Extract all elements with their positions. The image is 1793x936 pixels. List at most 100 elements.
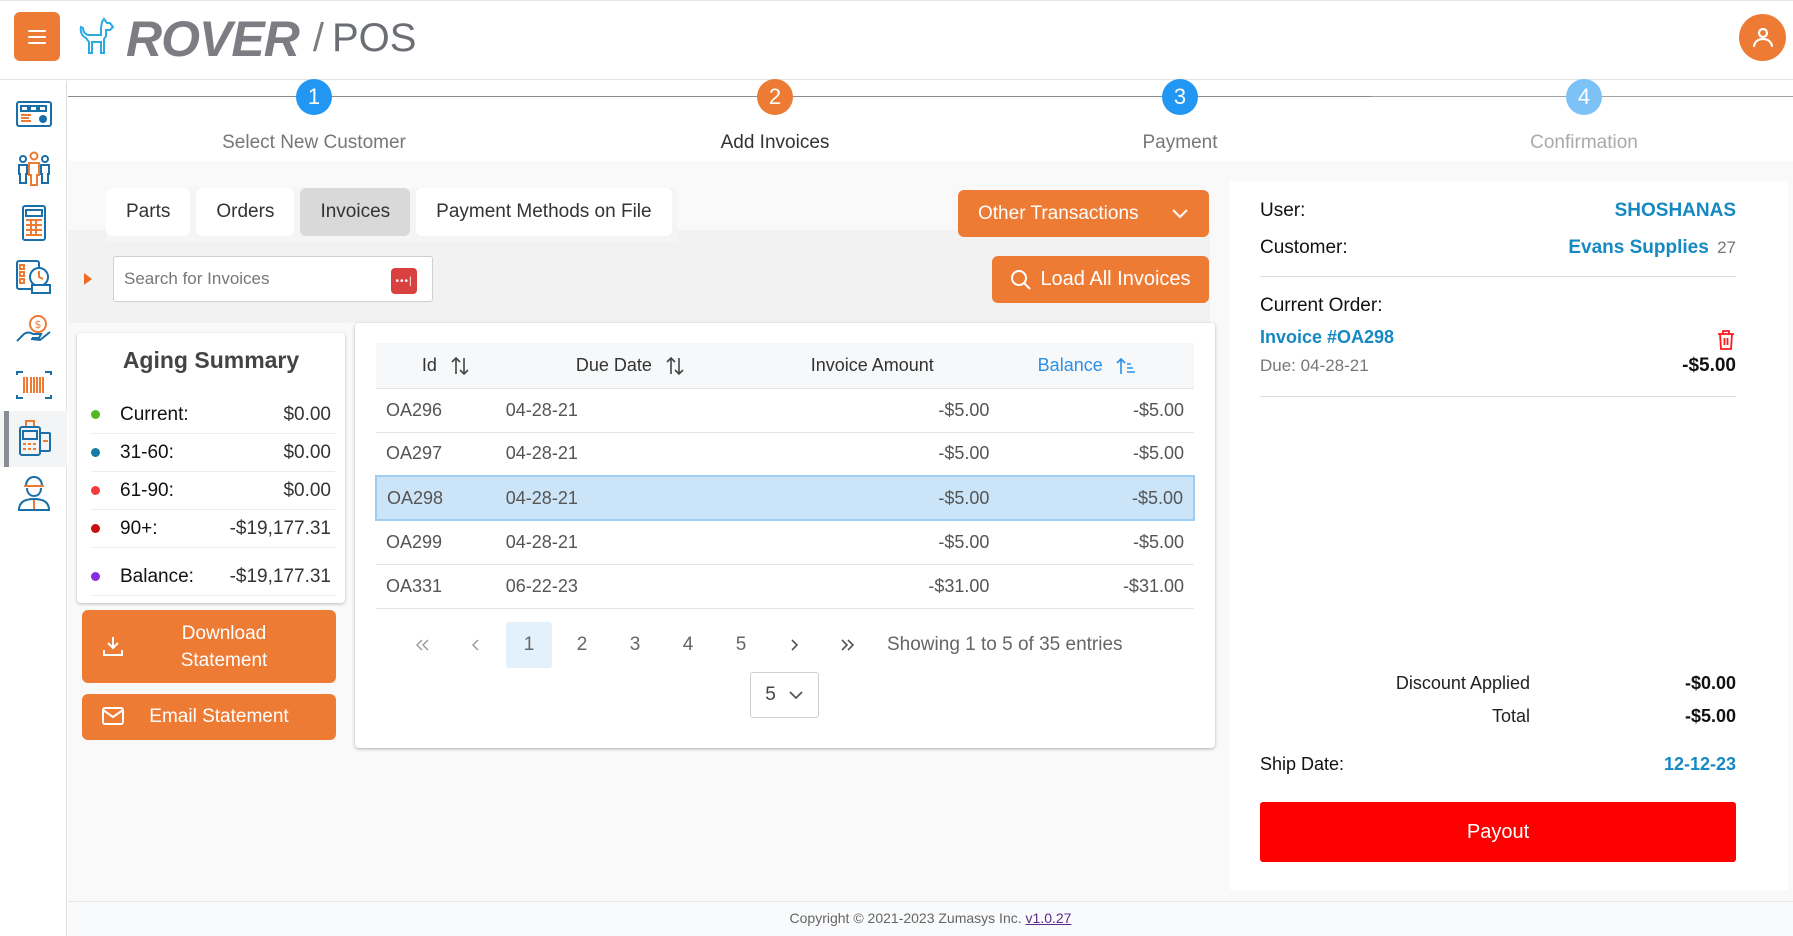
column-header-id[interactable]: Id (376, 343, 506, 389)
clock-report-icon (15, 260, 51, 294)
svg-text:$: $ (34, 318, 41, 331)
order-item-details: Due: 04-28-21 -$5.00 (1260, 355, 1736, 377)
aging-label: 61-90: (120, 479, 174, 501)
previous-page-button[interactable] (453, 622, 499, 668)
user-avatar-button[interactable] (1739, 14, 1786, 61)
column-header-due-date[interactable]: Due Date (505, 343, 756, 389)
step-select-customer[interactable]: 1 Select New Customer (164, 79, 464, 154)
other-transactions-label: Other Transactions (978, 202, 1139, 224)
column-header-balance[interactable]: Balance (989, 343, 1194, 389)
user-icon (1752, 27, 1773, 47)
sort-icon[interactable] (665, 356, 685, 376)
download-statement-button[interactable]: Download Statement (82, 610, 336, 683)
footer: Copyright © 2021-2023 Zumasys Inc. v1.0.… (68, 901, 1793, 936)
cell-invoice-amount: -$5.00 (755, 520, 990, 565)
trash-icon[interactable] (1716, 329, 1736, 351)
ship-date-value[interactable]: 12-12-23 (1664, 754, 1736, 775)
download-icon (103, 637, 123, 656)
column-header-invoice-amount[interactable]: Invoice Amount (755, 343, 990, 389)
cell-balance: -$5.00 (989, 520, 1194, 565)
chevron-right-icon (791, 639, 799, 651)
aging-row-31-60: 31-60: $0.00 (91, 434, 335, 472)
page-size-value: 5 (765, 684, 776, 705)
other-transactions-dropdown[interactable]: Other Transactions (958, 190, 1209, 237)
cell-balance: -$5.00 (989, 432, 1194, 477)
total-value: -$5.00 (1684, 706, 1736, 726)
aging-summary-card: Aging Summary Current: $0.00 31-60: $0.0… (77, 333, 345, 603)
page-button-5[interactable]: 5 (718, 622, 764, 668)
aging-row-61-90: 61-90: $0.00 (91, 472, 335, 510)
chevron-down-icon (1172, 208, 1188, 218)
calculator-icon (21, 205, 46, 241)
sidebar-item-technician[interactable] (0, 465, 67, 521)
user-value[interactable]: SHOSHANAS (1615, 200, 1736, 222)
step-label: Add Invoices (720, 132, 830, 153)
chevron-double-left-icon (416, 639, 429, 651)
version-link[interactable]: v1.0.27 (1026, 910, 1072, 926)
dog-logo-icon (79, 16, 115, 54)
status-dot (91, 486, 100, 495)
tab-orders[interactable]: Orders (196, 188, 295, 236)
aging-row-90-plus: 90+: -$19,177.31 (91, 510, 335, 548)
aging-value: $0.00 (283, 403, 331, 425)
payout-button[interactable]: Payout (1260, 802, 1736, 862)
tab-payment-methods[interactable]: Payment Methods on File (416, 188, 672, 236)
table-row[interactable]: OA296 04-28-21 -$5.00 -$5.00 (376, 388, 1194, 433)
page-button-3[interactable]: 3 (612, 622, 658, 668)
load-all-invoices-button[interactable]: Load All Invoices (992, 256, 1209, 303)
table-row[interactable]: OA297 04-28-21 -$5.00 -$5.00 (376, 432, 1194, 477)
expand-filter-arrow[interactable] (84, 273, 92, 285)
step-confirmation[interactable]: 4 Confirmation (1434, 79, 1734, 154)
table-row[interactable]: OA331 06-22-23 -$31.00 -$31.00 (376, 564, 1194, 609)
first-page-button[interactable] (400, 622, 446, 668)
step-payment[interactable]: 3 Payment (1030, 79, 1330, 154)
load-all-label: Load All Invoices (1040, 268, 1191, 290)
password-manager-icon[interactable]: •••| (391, 268, 417, 294)
last-page-button[interactable] (824, 622, 870, 668)
step-add-invoices[interactable]: 2 Add Invoices (625, 79, 925, 154)
sidebar-item-dashboard[interactable] (0, 87, 67, 143)
cell-due-date: 06-22-23 (505, 564, 756, 609)
email-label: Email Statement (149, 706, 289, 727)
step-label: Confirmation (1530, 132, 1638, 153)
sort-icon[interactable] (450, 356, 470, 376)
copyright-text: Copyright © 2021-2023 Zumasys Inc. (789, 910, 1022, 926)
sidebar-item-barcode[interactable] (0, 357, 67, 413)
sidebar-item-refunds[interactable]: $ (0, 303, 67, 359)
page-button-1[interactable]: 1 (506, 622, 552, 668)
sort-ascending-icon[interactable] (1116, 357, 1136, 375)
sidebar-item-calculator[interactable] (0, 195, 67, 251)
table-row[interactable]: OA298 04-28-21 -$5.00 -$5.00 (375, 475, 1195, 521)
menu-button[interactable] (14, 12, 60, 61)
aging-label: Current: (120, 403, 189, 425)
divider (1260, 396, 1736, 397)
table-row[interactable]: OA299 04-28-21 -$5.00 -$5.00 (376, 520, 1194, 565)
page-button-2[interactable]: 2 (559, 622, 605, 668)
cell-due-date: 04-28-21 (505, 475, 756, 521)
money-hand-icon: $ (15, 315, 51, 342)
cell-due-date: 04-28-21 (505, 520, 756, 565)
tab-parts[interactable]: Parts (106, 188, 191, 236)
order-item-title[interactable]: Invoice #OA298 (1260, 327, 1394, 348)
order-item: Invoice #OA298 (1260, 327, 1736, 351)
aging-label: 31-60: (120, 441, 174, 463)
search-icon (1011, 269, 1032, 290)
customer-name-link[interactable]: Evans Supplies (1568, 237, 1708, 258)
next-page-button[interactable] (771, 622, 817, 668)
aging-label: Balance: (120, 565, 194, 587)
step-label: Select New Customer (222, 132, 406, 153)
status-dot (91, 410, 100, 419)
email-statement-button[interactable]: Email Statement (82, 694, 336, 740)
sidebar-item-customers[interactable] (0, 141, 67, 197)
page-button-4[interactable]: 4 (665, 622, 711, 668)
customer-label: Customer: (1260, 237, 1348, 258)
aging-row-current: Current: $0.00 (91, 396, 335, 434)
sidebar-item-time-tracking[interactable] (0, 249, 67, 305)
sidebar-item-pos-terminal[interactable] (0, 411, 67, 467)
order-summary-panel: User: SHOSHANAS Customer: Evans Supplies… (1230, 181, 1788, 890)
tab-invoices[interactable]: Invoices (300, 188, 411, 236)
search-input[interactable] (124, 257, 384, 301)
page-size-select[interactable]: 5 (750, 672, 819, 718)
aging-value: $0.00 (283, 441, 331, 463)
app-logo: ROVER / POS (72, 11, 416, 67)
